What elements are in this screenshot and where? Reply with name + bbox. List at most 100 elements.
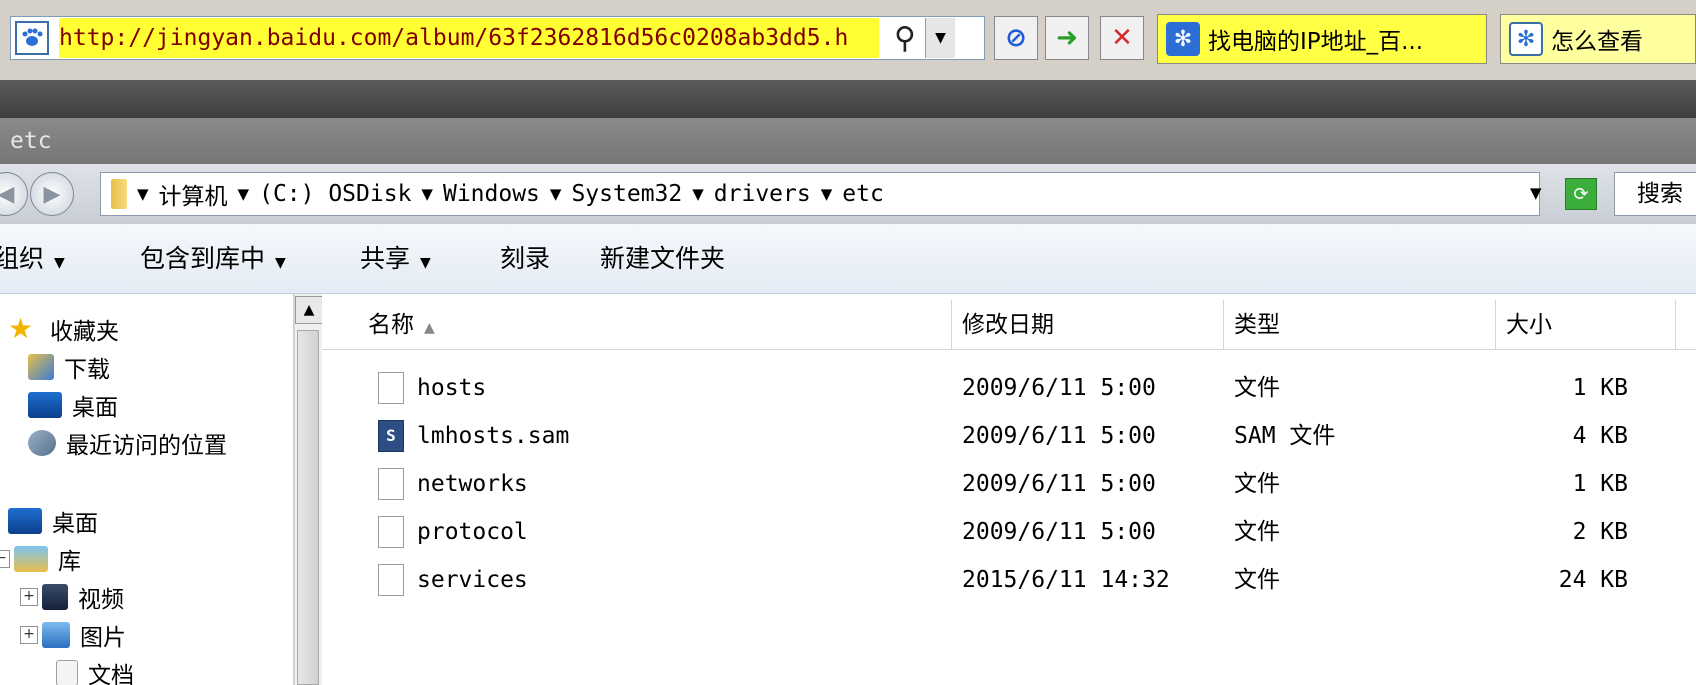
breadcrumb-item-osdisk[interactable]: (C:) OSDisk (259, 181, 411, 207)
organize-button[interactable]: 组织 ▼ (0, 224, 65, 294)
explorer-address-row: ◀ ▶ ▼ 计算机 ▼ (C:) OSDisk ▼ Windows ▼ Syst… (0, 164, 1696, 224)
videos-icon (42, 584, 68, 610)
nav-pane-scrollbar[interactable]: ▲ (294, 294, 323, 685)
expand-icon[interactable]: + (20, 626, 38, 644)
scrollbar-thumb[interactable] (297, 330, 319, 685)
desktop-icon (28, 392, 62, 418)
file-date: 2009/6/11 5:00 (962, 471, 1156, 497)
column-header-name[interactable]: 名称 ▲ (322, 300, 952, 350)
blank-file-icon (378, 468, 404, 500)
include-in-library-button[interactable]: 包含到库中 ▼ (140, 224, 286, 294)
nav-label: 视频 (78, 587, 124, 613)
file-name: lmhosts.sam (417, 423, 570, 449)
burn-button[interactable]: 刻录 (500, 224, 550, 294)
nav-label: 图片 (80, 625, 126, 651)
collapse-icon[interactable]: − (0, 550, 10, 568)
refresh-icon[interactable]: ⟳ (1565, 178, 1597, 210)
nav-item-downloads[interactable]: 下载 (28, 348, 110, 386)
organize-label: 组织 (0, 244, 45, 273)
browser-tab[interactable]: ✻ 怎么查看 (1500, 14, 1696, 64)
chevron-down-icon: ▼ (275, 255, 286, 271)
downloads-folder-icon (28, 354, 54, 380)
nav-label: 最近访问的位置 (66, 433, 227, 459)
url-text[interactable]: http://jingyan.baidu.com/album/63f236281… (59, 18, 879, 58)
expand-icon[interactable]: + (20, 588, 38, 606)
column-header-type[interactable]: 类型 (1224, 300, 1496, 350)
file-row[interactable]: protocol 2009/6/11 5:00 文件 2 KB (322, 508, 1696, 556)
search-icon[interactable]: ⚲ (885, 18, 925, 58)
library-icon (14, 546, 48, 572)
back-button[interactable]: ◀ (0, 172, 28, 216)
nav-item-favorites[interactable]: ★ 收藏夹 (8, 310, 119, 348)
breadcrumb-item-etc[interactable]: etc (842, 181, 884, 207)
sam-file-icon: S (378, 420, 404, 452)
nav-label: 库 (58, 549, 81, 575)
breadcrumb-item-drivers[interactable]: drivers (714, 181, 811, 207)
chevron-down-icon[interactable]: ▼ (137, 185, 149, 203)
column-header-label: 类型 (1234, 312, 1280, 338)
nav-item-videos[interactable]: + 视频 (20, 578, 124, 616)
nav-label: 文档 (88, 663, 134, 685)
file-date: 2015/6/11 14:32 (962, 567, 1170, 593)
nav-item-documents[interactable]: 文档 (56, 654, 134, 685)
navigation-pane: ★ 收藏夹 下载 桌面 最近访问的位置 桌面 − 库 + 视频 + 图片 文档 (0, 294, 294, 685)
breadcrumb-item-computer[interactable]: 计算机 (159, 177, 228, 211)
star-icon: ★ (8, 312, 34, 345)
go-button[interactable]: ➜ (1045, 16, 1089, 60)
folder-icon (111, 179, 127, 209)
column-header-date[interactable]: 修改日期 (952, 300, 1224, 350)
nav-item-desktop[interactable]: 桌面 (8, 502, 98, 540)
browser-toolbar: http://jingyan.baidu.com/album/63f236281… (0, 0, 1696, 80)
desktop-icon (8, 508, 42, 534)
command-bar: 组织 ▼ 包含到库中 ▼ 共享 ▼ 刻录 新建文件夹 (0, 224, 1696, 294)
file-size: 24 KB (1558, 567, 1628, 593)
nav-item-libraries[interactable]: − 库 (0, 540, 81, 578)
file-row[interactable]: networks 2009/6/11 5:00 文件 1 KB (322, 460, 1696, 508)
include-in-library-label: 包含到库中 (140, 244, 266, 273)
file-type: 文件 (1234, 519, 1280, 545)
column-header-label: 修改日期 (962, 312, 1054, 338)
chevron-down-icon[interactable]: ▼ (821, 185, 833, 203)
search-input[interactable]: 搜索 (1614, 172, 1696, 216)
nav-item-pictures[interactable]: + 图片 (20, 616, 126, 654)
nav-label: 收藏夹 (50, 319, 119, 345)
file-row[interactable]: S lmhosts.sam 2009/6/11 5:00 SAM 文件 4 KB (322, 412, 1696, 460)
chevron-down-icon[interactable]: ▼ (925, 18, 955, 58)
chevron-down-icon[interactable]: ▼ (692, 185, 704, 203)
new-folder-button[interactable]: 新建文件夹 (600, 224, 725, 294)
close-button[interactable]: ✕ (1100, 16, 1144, 60)
file-row[interactable]: services 2015/6/11 14:32 文件 24 KB (322, 556, 1696, 604)
pictures-icon (42, 622, 70, 648)
file-name: services (417, 567, 528, 593)
nav-item-desktop-favorite[interactable]: 桌面 (28, 386, 118, 424)
nav-item-recent-places[interactable]: 最近访问的位置 (28, 424, 227, 462)
chevron-down-icon: ▼ (420, 255, 431, 271)
file-type: 文件 (1234, 375, 1280, 401)
chevron-down-icon[interactable]: ▼ (1530, 184, 1542, 202)
chevron-down-icon[interactable]: ▼ (550, 185, 562, 203)
breadcrumb-item-windows[interactable]: Windows (443, 181, 540, 207)
forward-button[interactable]: ▶ (30, 172, 74, 216)
nav-label: 下载 (64, 357, 110, 383)
breadcrumb[interactable]: ▼ 计算机 ▼ (C:) OSDisk ▼ Windows ▼ System32… (100, 172, 1540, 216)
blank-file-icon (378, 372, 404, 404)
documents-icon (56, 660, 78, 685)
blank-file-icon (378, 516, 404, 548)
browser-address-bar[interactable]: http://jingyan.baidu.com/album/63f236281… (10, 16, 985, 60)
scroll-up-icon[interactable]: ▲ (295, 296, 323, 324)
recent-places-icon (28, 430, 56, 456)
breadcrumb-item-system32[interactable]: System32 (571, 181, 682, 207)
tab-label: 找电脑的IP地址_百... (1208, 29, 1424, 55)
page-favicon-icon (15, 21, 49, 55)
chevron-down-icon[interactable]: ▼ (421, 185, 433, 203)
chevron-down-icon[interactable]: ▼ (238, 185, 250, 203)
file-row[interactable]: hosts 2009/6/11 5:00 文件 1 KB (322, 364, 1696, 412)
taskbar-strip (0, 80, 1696, 118)
column-header-size[interactable]: 大小 (1496, 300, 1676, 350)
stop-button[interactable]: ⊘ (994, 16, 1038, 60)
column-header-label: 大小 (1506, 312, 1552, 338)
browser-tab-active[interactable]: ✻ 找电脑的IP地址_百... (1157, 14, 1487, 64)
share-button[interactable]: 共享 ▼ (360, 224, 431, 294)
file-date: 2009/6/11 5:00 (962, 375, 1156, 401)
nav-label: 桌面 (52, 511, 98, 537)
